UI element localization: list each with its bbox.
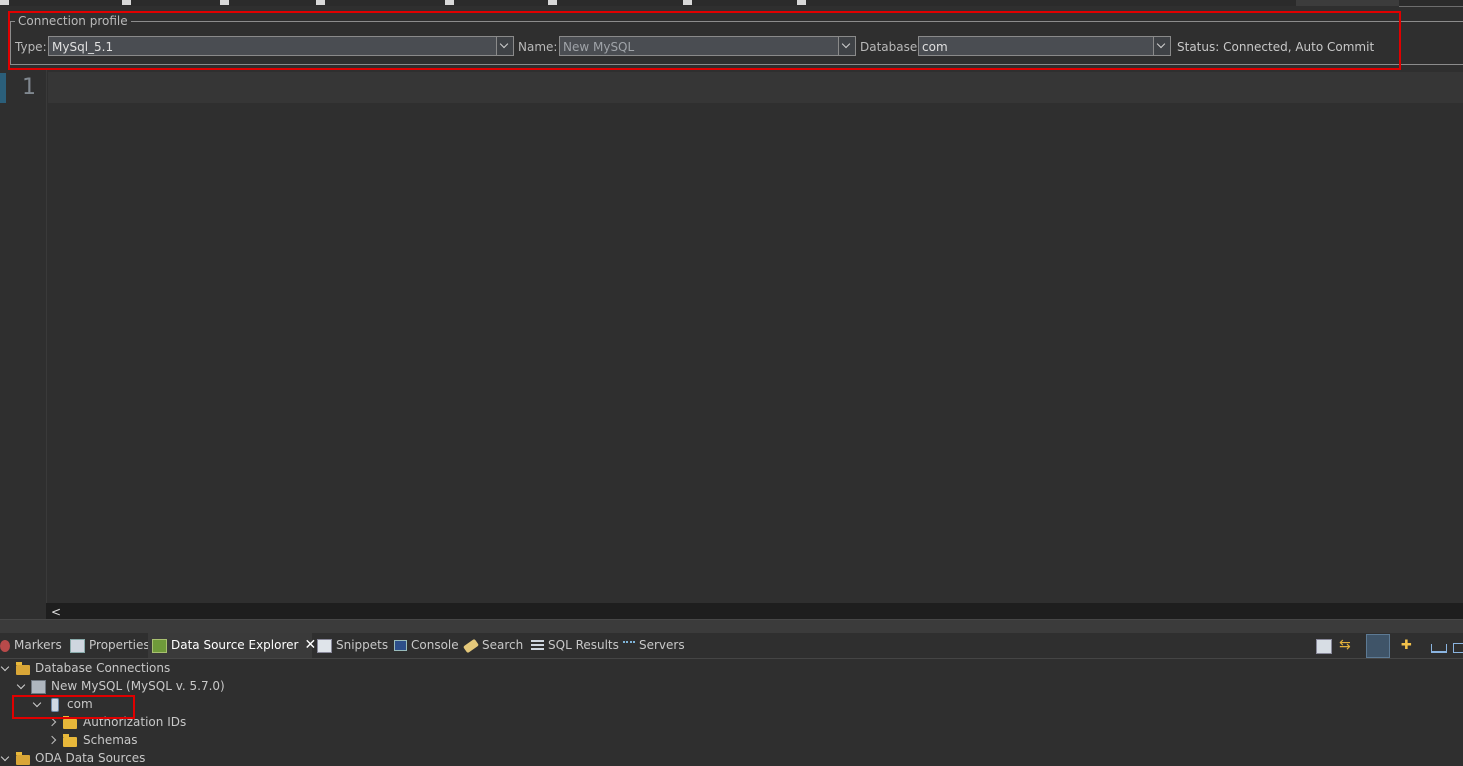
- markers-icon: [0, 639, 10, 652]
- line-number-gutter: 1: [0, 70, 47, 603]
- expand-icon[interactable]: [47, 717, 57, 727]
- console-icon: [394, 640, 407, 651]
- tab-sql-results[interactable]: SQL Results: [531, 633, 619, 658]
- folder-icon: [63, 716, 77, 729]
- active-editor-tab[interactable]: [1296, 0, 1399, 6]
- tab-snippets[interactable]: Snippets: [317, 633, 388, 658]
- folder-icon: [63, 734, 77, 747]
- open-folder-icon: [16, 662, 30, 675]
- editor-tab-icon[interactable]: [797, 0, 806, 5]
- tree-item-oda-data-sources[interactable]: ODA Data Sources: [35, 750, 145, 766]
- tree-item-new-mysql[interactable]: New MySQL (MySQL v. 5.7.0): [51, 678, 225, 694]
- sql-results-icon: [531, 639, 544, 652]
- tab-search[interactable]: Search: [462, 633, 524, 658]
- expand-icon[interactable]: [0, 662, 10, 672]
- editor-tab-icon[interactable]: [220, 0, 229, 5]
- tab-label: Properties: [89, 638, 150, 652]
- tab-label: Markers: [14, 638, 62, 652]
- tab-label: Data Source Explorer: [171, 638, 299, 652]
- tab-properties[interactable]: Properties: [70, 633, 150, 658]
- properties-icon: [70, 638, 85, 653]
- tab-markers[interactable]: Markers: [0, 633, 62, 658]
- servers-icon: [623, 640, 635, 651]
- database-server-icon: [31, 680, 46, 694]
- expand-icon[interactable]: [47, 735, 57, 745]
- tab-servers[interactable]: Servers: [623, 633, 685, 658]
- tab-label: SQL Results: [548, 638, 619, 652]
- tree-layout-icon[interactable]: [1366, 634, 1390, 658]
- line-number: 1: [22, 75, 36, 100]
- search-icon: [462, 638, 480, 653]
- close-icon[interactable]: ✕: [304, 633, 316, 658]
- maximize-icon[interactable]: [1453, 643, 1463, 653]
- editor-tab-icon[interactable]: [445, 0, 454, 5]
- tab-console[interactable]: Console: [394, 633, 459, 658]
- new-connection-icon[interactable]: ✚: [1401, 639, 1415, 652]
- sql-editor[interactable]: 1 <: [0, 70, 1463, 619]
- views-tab-bar: Markers Properties Data Source Explorer ✕…: [0, 633, 1463, 659]
- scroll-left-icon[interactable]: <: [51, 606, 61, 618]
- tab-data-source-explorer[interactable]: Data Source Explorer ✕: [148, 633, 316, 658]
- editor-tab-icon[interactable]: [548, 0, 557, 5]
- current-line-highlight[interactable]: [48, 72, 1463, 103]
- expand-icon[interactable]: [0, 752, 10, 762]
- minimize-icon[interactable]: [1431, 644, 1447, 653]
- tree-item-database-connections[interactable]: Database Connections: [35, 660, 170, 676]
- tab-label: Snippets: [336, 638, 389, 652]
- editor-tab-icon[interactable]: [316, 0, 325, 5]
- collapse-all-icon[interactable]: [1316, 639, 1332, 654]
- link-with-editor-icon[interactable]: ⇆: [1339, 638, 1353, 652]
- expand-icon[interactable]: [16, 680, 26, 690]
- tree-item-schemas[interactable]: Schemas: [83, 732, 138, 748]
- tab-label: Servers: [639, 638, 685, 652]
- highlight-box: [8, 11, 1401, 70]
- snippets-icon: [317, 638, 332, 653]
- editor-tab-icon[interactable]: [683, 0, 692, 5]
- editor-tab-strip: [0, 0, 1463, 6]
- highlight-box: [12, 695, 135, 719]
- data-source-explorer-icon: [152, 638, 167, 653]
- tab-label: Console: [411, 638, 459, 652]
- editor-tab-icon[interactable]: [0, 0, 9, 5]
- panel-divider[interactable]: [0, 619, 1463, 634]
- change-marker: [0, 73, 6, 103]
- editor-tab-icon[interactable]: [122, 0, 131, 5]
- tab-label: Search: [482, 638, 524, 652]
- tab-separator: [1399, 6, 1463, 7]
- open-folder-icon: [16, 752, 30, 765]
- horizontal-scrollbar[interactable]: <: [46, 603, 1463, 619]
